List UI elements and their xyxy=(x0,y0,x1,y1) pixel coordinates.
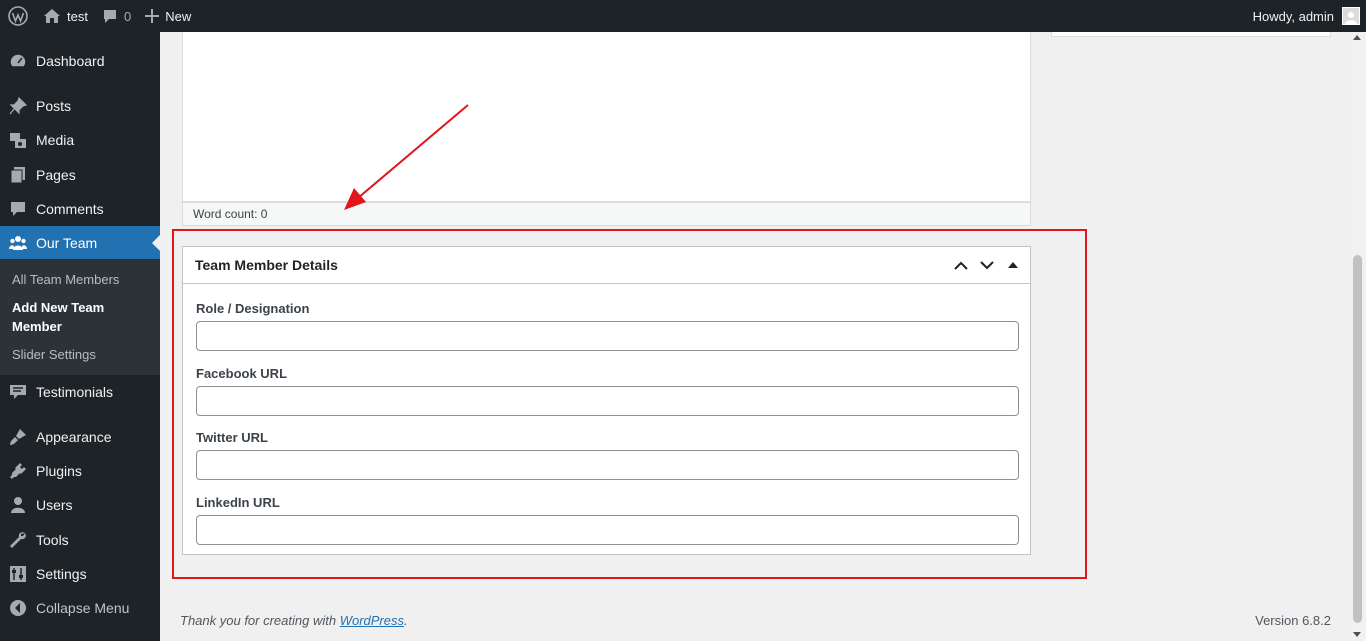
footer-thankyou: Thank you for creating with WordPress. xyxy=(180,613,408,628)
linkedin-url-field: LinkedIn URL xyxy=(196,494,1019,545)
collapse-menu-button[interactable]: Collapse Menu xyxy=(0,591,160,625)
sidebar-item-label: Users xyxy=(36,497,73,513)
dashboard-icon xyxy=(0,52,36,70)
submenu-item-add-new-team-member[interactable]: Add New Team Member xyxy=(12,298,152,336)
user-icon xyxy=(0,496,36,514)
media-icon xyxy=(0,131,36,149)
pages-icon xyxy=(0,166,36,184)
sidebar-item-label: Tools xyxy=(36,532,69,548)
sidebar-item-label: Settings xyxy=(36,566,87,582)
sidebar-item-appearance[interactable]: Appearance xyxy=(0,420,160,454)
our-team-submenu: All Team Members Add New Team Member Sli… xyxy=(0,259,160,375)
my-account-link[interactable]: Howdy, admin xyxy=(1246,0,1366,32)
testimonial-icon xyxy=(0,383,36,401)
metabox-header: Team Member Details xyxy=(183,247,1030,284)
submenu-item-slider-settings[interactable]: Slider Settings xyxy=(12,345,152,364)
sidebar-item-label: Posts xyxy=(36,98,72,114)
footer-thanks-prefix: Thank you for creating with xyxy=(180,613,340,628)
submenu-item-all-team-members[interactable]: All Team Members xyxy=(12,270,152,289)
sidebar-item-label: Our Team xyxy=(36,235,98,251)
role-designation-label: Role / Designation xyxy=(196,301,310,316)
sidebar-item-label: Collapse Menu xyxy=(36,600,130,616)
comments-count: 0 xyxy=(123,8,132,24)
sidebar-item-testimonials[interactable]: Testimonials xyxy=(0,375,160,409)
scrollbar-thumb[interactable] xyxy=(1353,255,1362,623)
twitter-url-input[interactable] xyxy=(196,450,1019,480)
sidebar-item-label: Testimonials xyxy=(36,384,114,400)
metabox-title: Team Member Details xyxy=(195,257,338,273)
sidebar-item-plugins[interactable]: Plugins xyxy=(0,454,160,488)
content-editor[interactable] xyxy=(182,32,1031,202)
sidebar-item-our-team[interactable]: Our Team xyxy=(0,226,160,260)
sidebar-item-comments[interactable]: Comments xyxy=(0,192,160,226)
chevron-up-icon xyxy=(954,261,968,270)
facebook-url-field: Facebook URL xyxy=(196,365,1019,416)
facebook-url-input[interactable] xyxy=(196,386,1019,416)
settings-icon xyxy=(0,565,36,583)
sidebar-item-dashboard[interactable]: Dashboard xyxy=(0,44,160,78)
word-count: Word count: 0 xyxy=(193,207,268,221)
chevron-down-icon xyxy=(980,260,994,269)
page-scrollbar[interactable] xyxy=(1349,32,1366,641)
wordpress-logo-icon[interactable] xyxy=(0,0,36,32)
comment-bubble-icon xyxy=(102,9,118,24)
groups-icon xyxy=(0,234,36,252)
sidebar-item-media[interactable]: Media xyxy=(0,123,160,157)
sidebar-item-pages[interactable]: Pages xyxy=(0,158,160,192)
scroll-down-arrow-icon[interactable] xyxy=(1353,632,1361,637)
sidebar-item-label: Comments xyxy=(36,201,104,217)
wordpress-link[interactable]: WordPress xyxy=(340,613,404,628)
sidebar-item-label: Appearance xyxy=(36,429,112,445)
sidebar-item-users[interactable]: Users xyxy=(0,488,160,522)
comment-icon xyxy=(0,200,36,218)
sidebar-item-label: Pages xyxy=(36,167,76,183)
linkedin-url-input[interactable] xyxy=(196,515,1019,545)
sidebar-item-tools[interactable]: Tools xyxy=(0,523,160,557)
sidebar-item-label: Media xyxy=(36,132,75,148)
brush-icon xyxy=(0,428,36,446)
new-content-link[interactable]: New xyxy=(138,0,198,32)
team-member-details-metabox: Team Member Details Role / Designation F… xyxy=(182,246,1031,555)
admin-sidebar: Dashboard Posts Media Pages Comments Our… xyxy=(0,32,160,641)
triangle-up-icon xyxy=(1008,262,1018,268)
twitter-url-label: Twitter URL xyxy=(196,430,268,445)
site-name-link[interactable]: test xyxy=(36,0,95,32)
plug-icon xyxy=(0,462,36,480)
twitter-url-field: Twitter URL xyxy=(196,429,1019,480)
wrench-icon xyxy=(0,531,36,549)
sidebar-item-label: Plugins xyxy=(36,463,82,479)
linkedin-url-label: LinkedIn URL xyxy=(196,495,280,510)
sidebar-item-label: Dashboard xyxy=(36,53,105,69)
plus-icon xyxy=(145,9,160,23)
editor-status-bar: Word count: 0 xyxy=(182,202,1031,226)
new-label: New xyxy=(165,8,192,24)
role-designation-field: Role / Designation xyxy=(196,300,1019,351)
sidebar-metabox xyxy=(1051,32,1331,37)
footer-version: Version 6.8.2 xyxy=(1255,613,1331,628)
howdy-label: Howdy, admin xyxy=(1252,8,1334,24)
pin-icon xyxy=(0,97,36,115)
footer-thanks-suffix: . xyxy=(404,613,408,628)
metabox-handle-actions xyxy=(948,247,1030,283)
move-down-button[interactable] xyxy=(974,247,1000,283)
site-name-label: test xyxy=(67,8,88,24)
annotation-arrow-icon xyxy=(344,104,469,210)
sidebar-item-posts[interactable]: Posts xyxy=(0,89,160,123)
role-designation-input[interactable] xyxy=(196,321,1019,351)
avatar xyxy=(1342,7,1360,25)
sidebar-item-settings[interactable]: Settings xyxy=(0,557,160,591)
move-up-button[interactable] xyxy=(948,247,974,283)
admin-bar: test 0 New Howdy, admin xyxy=(0,0,1366,32)
facebook-url-label: Facebook URL xyxy=(196,366,288,381)
collapse-icon xyxy=(0,599,36,617)
comments-link[interactable]: 0 xyxy=(95,0,138,32)
scroll-up-arrow-icon[interactable] xyxy=(1353,35,1361,40)
toggle-panel-button[interactable] xyxy=(1000,247,1026,283)
home-icon xyxy=(43,8,61,24)
